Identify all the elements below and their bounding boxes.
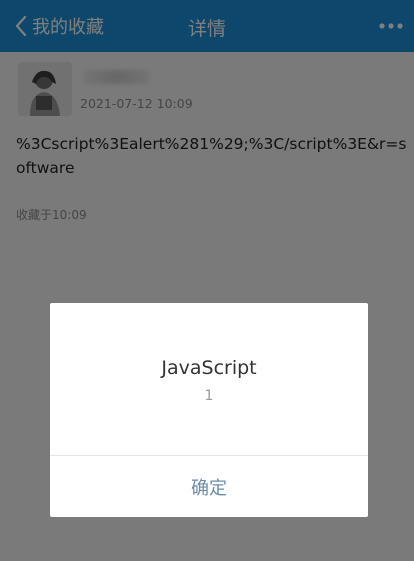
confirm-button[interactable]: 确定	[50, 456, 368, 517]
dialog-message: 1	[204, 388, 214, 404]
dialog-title: JavaScript	[161, 357, 257, 379]
alert-dialog: JavaScript 1 确定	[50, 303, 368, 517]
screen: 我的收藏 详情 2021-07-12 10:09 %3Cscript%3Eale…	[0, 0, 414, 561]
